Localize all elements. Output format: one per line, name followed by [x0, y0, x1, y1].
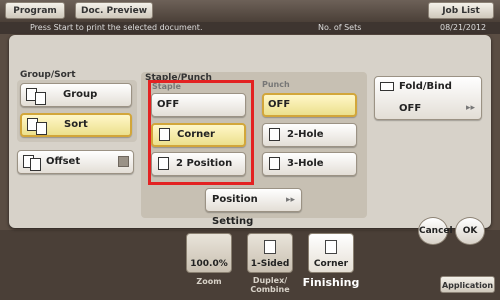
three-hole-button[interactable]: 3-Hole	[262, 152, 357, 176]
status-message: Press Start to print the selected docume…	[30, 23, 203, 32]
chevron-right-icon: ▸▸	[285, 195, 295, 205]
finishing-value: Corner	[313, 259, 349, 269]
zoom-tile[interactable]: 100.0%	[186, 233, 232, 273]
chevron-right-icon: ▸▸	[465, 103, 475, 113]
offset-icon-back	[30, 158, 41, 171]
offset-button[interactable]: Offset	[17, 150, 134, 174]
status-strip: Press Start to print the selected docume…	[0, 22, 500, 34]
punch-off-label: OFF	[268, 99, 291, 110]
zoom-label: Zoom	[196, 277, 222, 286]
duplex-label: Duplex/ Combine	[250, 276, 290, 294]
fold-bind-button[interactable]: Fold/Bind OFF ▸▸	[374, 76, 482, 120]
group-label: Group	[63, 89, 98, 100]
finishing-tile[interactable]: Corner	[308, 233, 354, 273]
sort-button[interactable]: Sort	[20, 113, 132, 137]
doc-preview-button[interactable]: Doc. Preview	[75, 2, 153, 19]
sort-label: Sort	[64, 119, 88, 130]
ok-button[interactable]: OK	[455, 217, 485, 245]
two-hole-label: 2-Hole	[287, 129, 324, 140]
punch-header: Punch	[262, 80, 290, 89]
finishing-icon	[325, 240, 337, 254]
group-sort-header: Group/Sort	[20, 70, 76, 80]
punch-off-button[interactable]: OFF	[262, 93, 357, 117]
zoom-value: 100.0%	[190, 259, 228, 269]
book-icon	[380, 82, 394, 91]
position-setting-button[interactable]: Position Setting ▸▸	[205, 188, 302, 227]
duplex-value: 1-Sided	[250, 259, 290, 269]
finishing-label: Finishing	[302, 276, 360, 289]
duplex-tile[interactable]: 1-Sided	[247, 233, 293, 273]
two-hole-icon	[269, 128, 280, 141]
fold-bind-label: Fold/Bind	[399, 81, 452, 92]
group-button[interactable]: Group	[20, 83, 132, 107]
fold-bind-value: OFF	[399, 103, 422, 114]
cancel-button[interactable]: Cancel	[418, 217, 453, 245]
group-icon-back	[35, 92, 46, 105]
date-text: 08/21/2012	[440, 23, 487, 32]
top-bar: Program Doc. Preview Job List	[0, 0, 500, 22]
staple-highlight-box	[148, 80, 254, 185]
job-list-button[interactable]: Job List	[428, 2, 494, 19]
offset-label: Offset	[46, 156, 81, 167]
duplex-icon	[264, 240, 276, 254]
two-hole-button[interactable]: 2-Hole	[262, 123, 357, 147]
three-hole-icon	[269, 157, 280, 170]
offset-checkbox	[118, 156, 129, 167]
program-button[interactable]: Program	[5, 2, 65, 19]
sets-label: No. of Sets	[318, 23, 362, 32]
sort-icon-back	[36, 122, 47, 135]
three-hole-label: 3-Hole	[287, 158, 324, 169]
application-button[interactable]: Application	[440, 276, 495, 293]
